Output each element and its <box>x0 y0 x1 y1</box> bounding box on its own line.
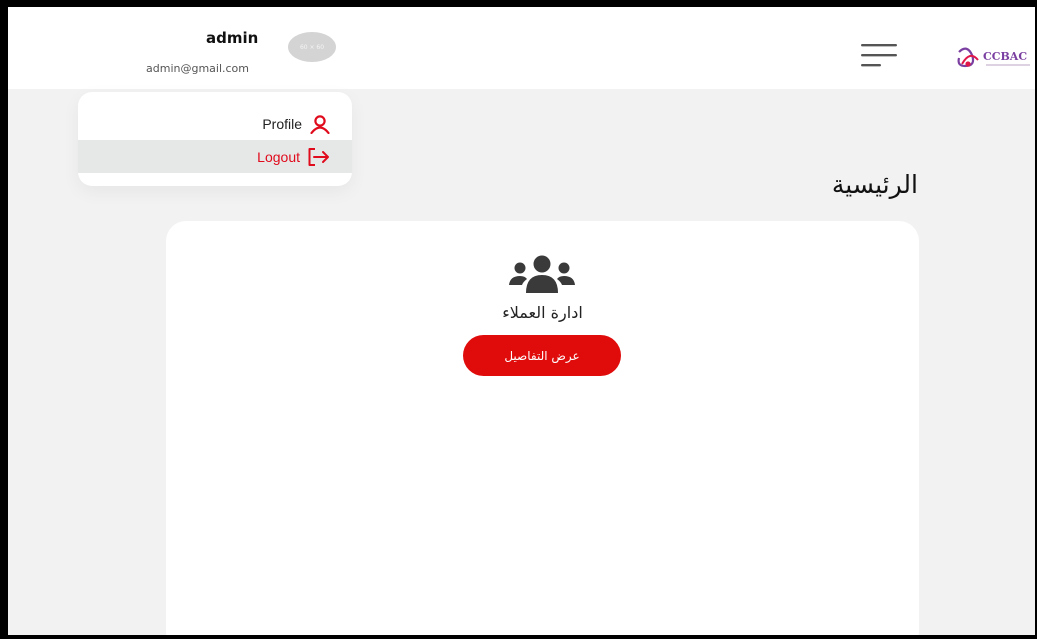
user-email: admin@gmail.com <box>146 62 250 75</box>
menu-item-profile[interactable]: Profile <box>78 107 352 140</box>
menu-item-logout[interactable]: Logout <box>78 140 352 173</box>
brand-logo[interactable]: CCBAC <box>956 44 1035 72</box>
menu-item-logout-label: Logout <box>257 148 300 165</box>
logout-icon <box>308 147 329 166</box>
user-name: admin <box>206 29 259 47</box>
app-viewport: admin admin@gmail.com 60 × 60 CCBAC Prof… <box>8 7 1035 635</box>
users-group-icon <box>509 255 575 293</box>
logo-text: CCBAC <box>983 50 1027 63</box>
card-title: ادارة العملاء <box>502 303 583 322</box>
customers-management-card: ادارة العملاء عرض التفاصيل <box>166 221 919 635</box>
menu-item-profile-label: Profile <box>262 115 302 132</box>
hamburger-menu-icon[interactable] <box>861 42 897 68</box>
avatar-placeholder-text: 60 × 60 <box>299 43 325 51</box>
user-dropdown-menu: Profile Logout <box>78 92 352 186</box>
user-icon <box>310 114 330 134</box>
avatar[interactable]: 60 × 60 <box>288 32 336 62</box>
page-title: الرئيسية <box>831 170 918 199</box>
top-navbar: admin admin@gmail.com 60 × 60 CCBAC <box>8 7 1035 89</box>
view-details-button[interactable]: عرض التفاصيل <box>463 335 621 376</box>
